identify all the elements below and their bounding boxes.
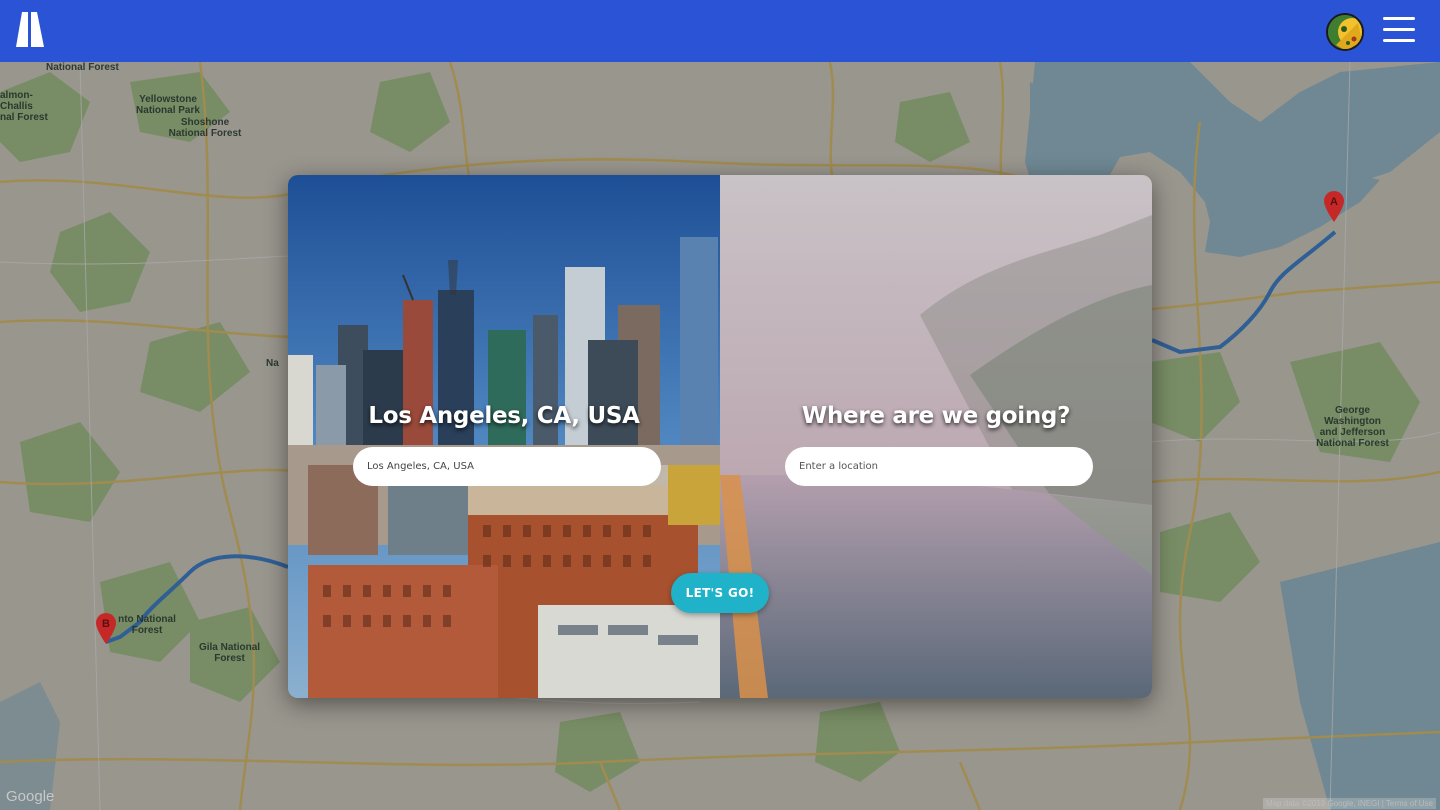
- lets-go-button[interactable]: LET'S GO!: [671, 573, 769, 613]
- destination-title: Where are we going?: [801, 403, 1071, 429]
- origin-title: Los Angeles, CA, USA: [368, 403, 640, 429]
- map-attribution[interactable]: Map data ©2019 Google, INEGI | Terms of …: [1262, 798, 1436, 809]
- map-label: Shoshone National Forest: [168, 117, 242, 139]
- trip-logo-icon[interactable]: [14, 12, 46, 47]
- google-logo[interactable]: Google: [6, 788, 54, 805]
- origin-input[interactable]: [353, 447, 661, 486]
- map-label: National Forest: [46, 62, 119, 73]
- origin-panel: Los Angeles, CA, USA: [288, 175, 720, 698]
- map-marker-b[interactable]: B: [95, 612, 117, 644]
- city-skyline-image: [288, 175, 720, 698]
- map-label: almon- Challis nal Forest: [0, 90, 48, 123]
- foggy-road-image: [720, 175, 1152, 698]
- marker-letter: A: [1330, 196, 1338, 208]
- map-label: Gila National Forest: [198, 642, 261, 664]
- map-label: nto National Forest: [118, 614, 176, 636]
- map-label: Yellowstone National Park: [136, 94, 200, 116]
- user-avatar[interactable]: [1326, 13, 1364, 51]
- hamburger-menu-icon[interactable]: [1383, 17, 1415, 43]
- map-label: Na: [266, 358, 279, 369]
- map-label: George Washington and Jefferson National…: [1316, 405, 1389, 449]
- marker-letter: B: [102, 618, 110, 630]
- map-marker-a[interactable]: A: [1323, 190, 1345, 222]
- top-navigation-bar: [0, 0, 1440, 62]
- route-card: Los Angeles, CA, USA Where: [288, 175, 1152, 698]
- destination-input[interactable]: [785, 447, 1093, 486]
- destination-panel: Where are we going?: [720, 175, 1152, 698]
